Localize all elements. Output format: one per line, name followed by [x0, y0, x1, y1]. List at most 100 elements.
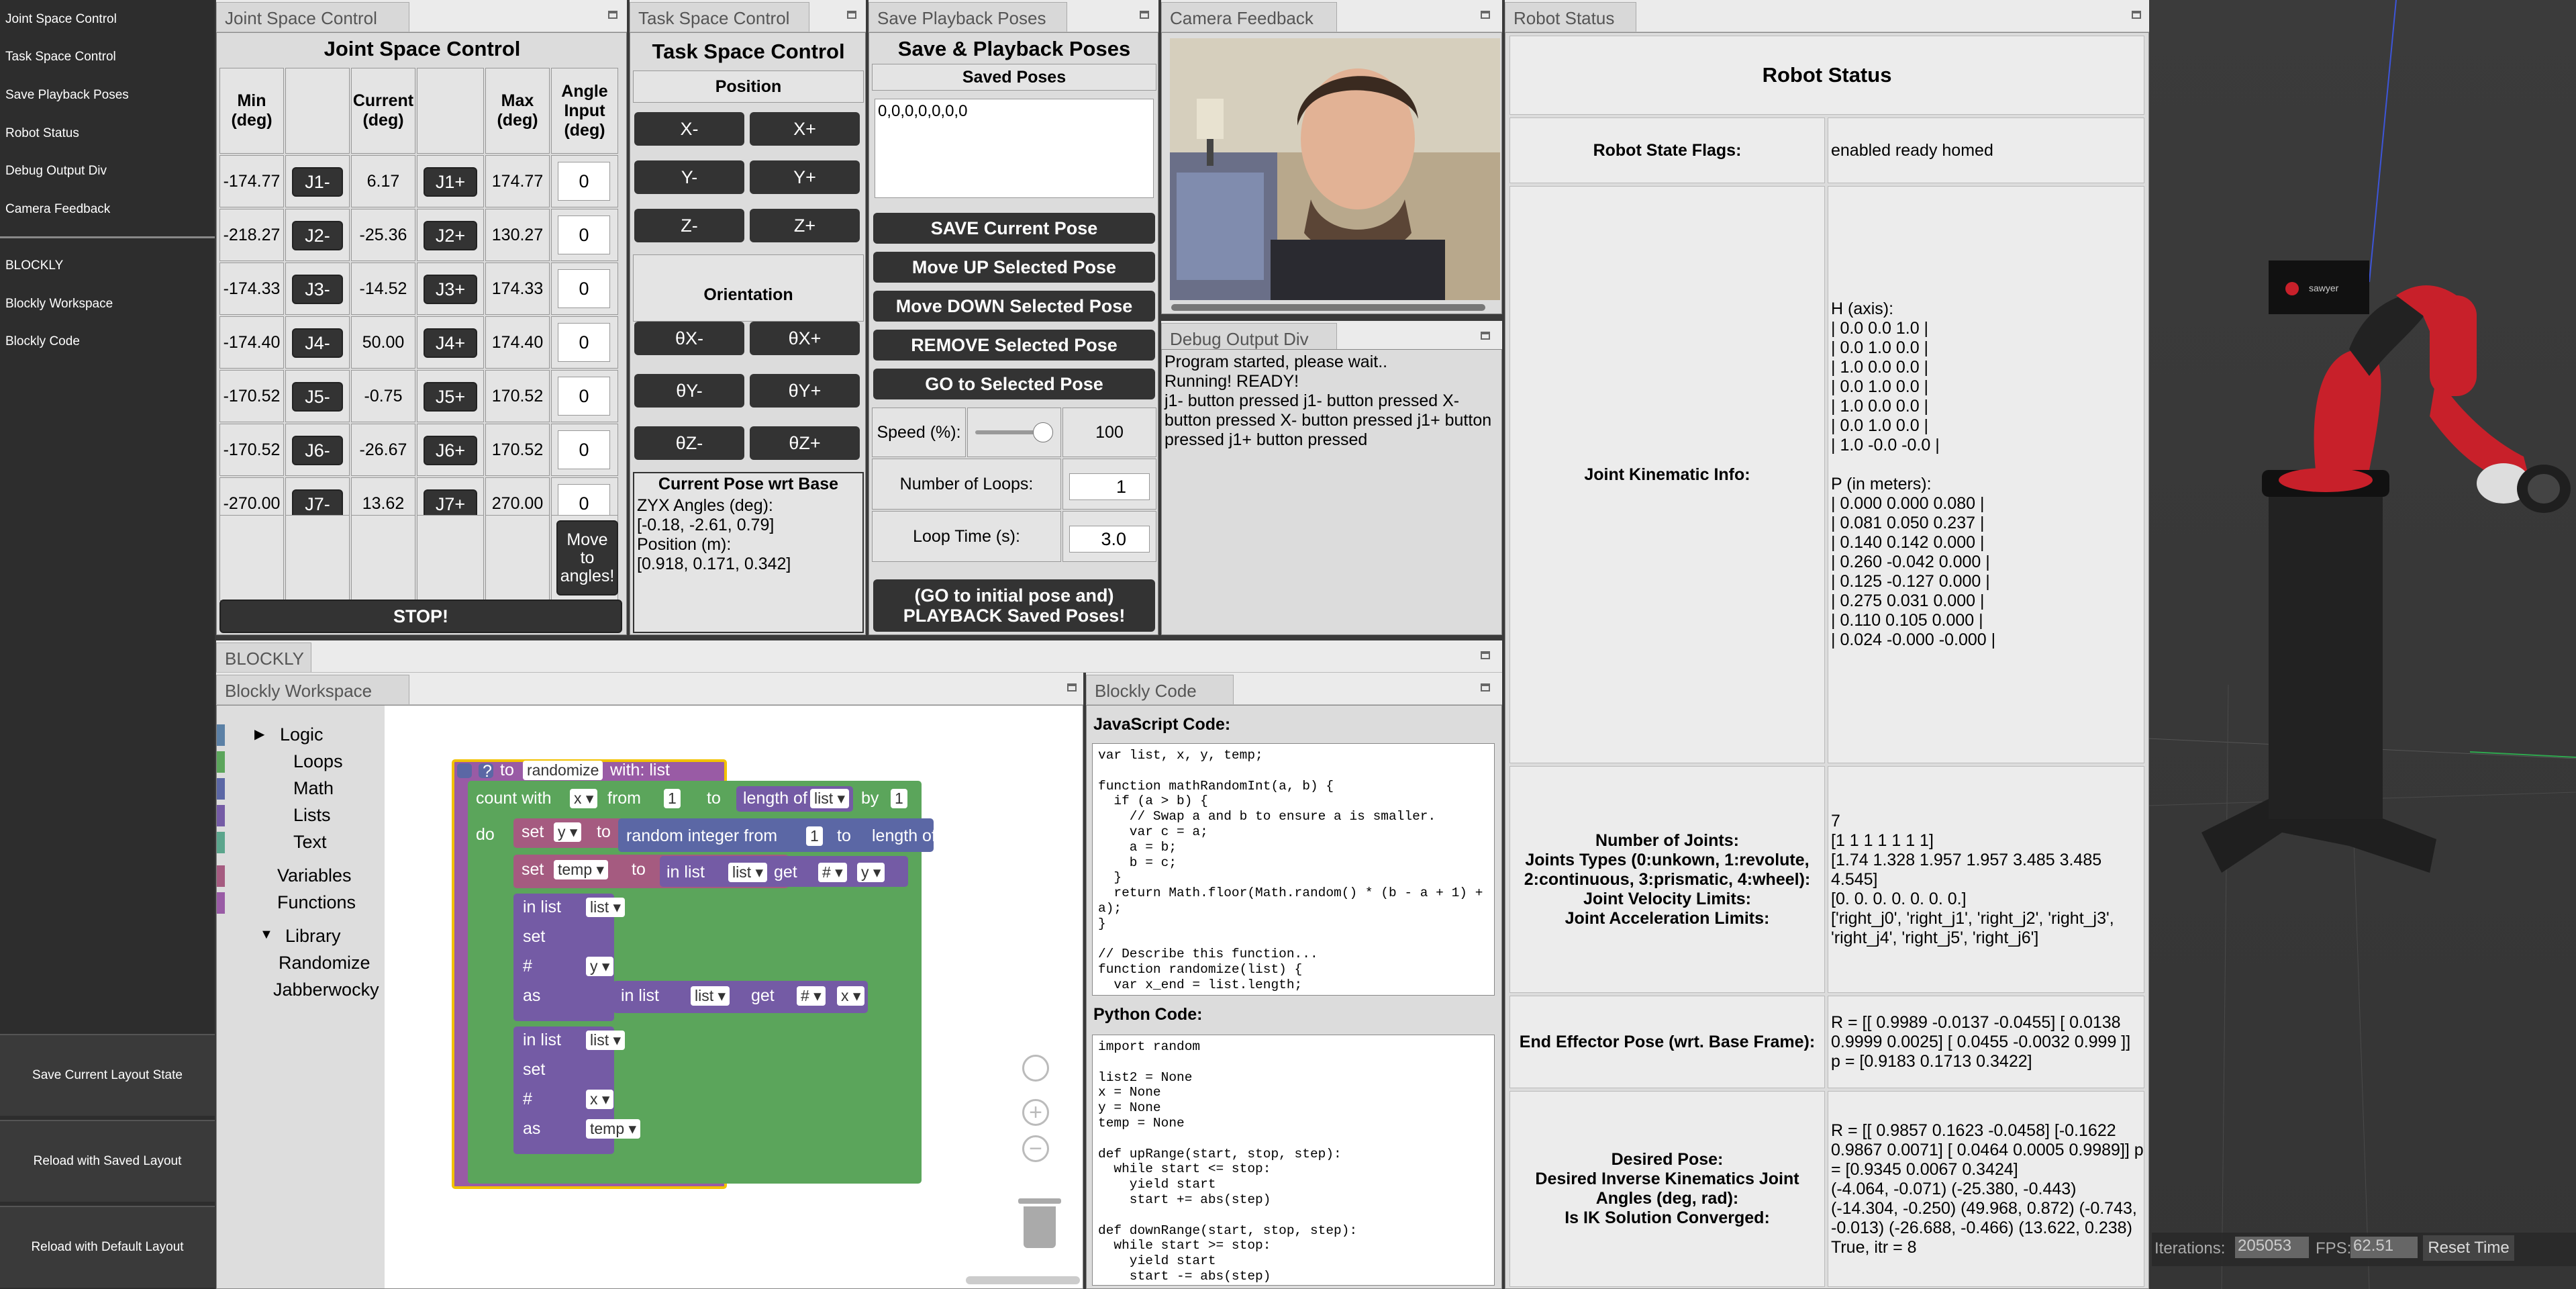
toolbox-item-logic[interactable]: Logic — [280, 724, 324, 745]
x-var-field[interactable]: x ▾ — [586, 1090, 614, 1109]
tab-debug-output[interactable]: Debug Output Div — [1161, 323, 1337, 352]
joint-6-minus-button[interactable]: J6- — [292, 436, 343, 465]
theta-x-plus-button[interactable]: θX+ — [750, 322, 860, 355]
random-from-value[interactable]: 1 — [806, 826, 823, 846]
toolbox-item-variables[interactable]: Variables — [277, 865, 352, 886]
x-minus-button[interactable]: X- — [634, 112, 744, 146]
float-icon[interactable] — [1067, 683, 1077, 691]
joint-5-angle-input[interactable]: 0 — [558, 377, 610, 416]
joint-1-minus-button[interactable]: J1- — [292, 167, 343, 197]
count-var-field[interactable]: x ▾ — [570, 789, 598, 808]
tab-joint-space[interactable]: Joint Space Control — [216, 2, 409, 32]
dropdown-arrow-icon[interactable]: ▾ — [751, 863, 764, 881]
trash-icon[interactable] — [1018, 1198, 1061, 1248]
joint-3-plus-button[interactable]: J3+ — [424, 275, 477, 304]
joint-6-plus-button[interactable]: J6+ — [424, 436, 477, 465]
dropdown-arrow-icon[interactable]: ▾ — [869, 863, 881, 881]
tab-blockly-code[interactable]: Blockly Code — [1086, 675, 1234, 704]
saved-pose-item[interactable]: 0,0,0,0,0,0,0 — [875, 99, 1153, 124]
y-var-field[interactable]: y ▾ — [586, 957, 614, 976]
reload-saved-layout-button[interactable]: Reload with Saved Layout — [0, 1120, 215, 1202]
toolbox-item-lists[interactable]: Lists — [293, 805, 331, 826]
expand-arrow-icon[interactable]: ▶ — [254, 726, 264, 743]
float-icon[interactable] — [1481, 332, 1490, 340]
theta-z-plus-button[interactable]: θZ+ — [750, 426, 860, 460]
nav-item-blockly-workspace[interactable]: Blockly Workspace — [5, 297, 113, 312]
tab-camera-feedback[interactable]: Camera Feedback — [1161, 2, 1337, 32]
toolbox-item-text[interactable]: Text — [293, 832, 327, 853]
remove-pose-button[interactable]: REMOVE Selected Pose — [873, 330, 1155, 361]
list-field[interactable]: list ▾ — [586, 898, 626, 917]
save-pose-button[interactable]: SAVE Current Pose — [873, 213, 1155, 244]
dropdown-arrow-icon[interactable]: ▾ — [624, 1120, 637, 1137]
nav-item-save-playback[interactable]: Save Playback Poses — [5, 88, 129, 103]
move-up-pose-button[interactable]: Move UP Selected Pose — [873, 252, 1155, 283]
joint-3-angle-input[interactable]: 0 — [558, 269, 610, 308]
tab-blockly[interactable]: BLOCKLY — [216, 642, 311, 672]
fn-name-field[interactable]: randomize — [523, 761, 603, 780]
count-by-value[interactable]: 1 — [891, 789, 907, 808]
camera-scrollbar[interactable] — [1171, 304, 1485, 311]
theta-z-minus-button[interactable]: θZ- — [634, 426, 744, 460]
joint-1-plus-button[interactable]: J1+ — [424, 167, 477, 197]
z-plus-button[interactable]: Z+ — [750, 209, 860, 242]
hash-field[interactable]: # ▾ — [797, 986, 826, 1006]
dropdown-arrow-icon[interactable]: ▾ — [582, 790, 594, 807]
stop-button[interactable]: STOP! — [219, 600, 622, 633]
joint-4-plus-button[interactable]: J4+ — [424, 328, 477, 358]
nav-item-joint-space[interactable]: Joint Space Control — [5, 12, 117, 27]
float-icon[interactable] — [1140, 11, 1149, 19]
gear-icon[interactable] — [457, 763, 472, 778]
toolbox-item-loops[interactable]: Loops — [293, 751, 343, 772]
set-y-var-field[interactable]: y ▾ — [554, 822, 582, 842]
sim-view[interactable]: sawyer — [2147, 0, 2576, 1289]
joint-5-plus-button[interactable]: J5+ — [424, 382, 477, 412]
nav-item-debug-output[interactable]: Debug Output Div — [5, 164, 107, 179]
hash-field[interactable]: # ▾ — [818, 863, 847, 882]
zoom-out-icon[interactable]: − — [1022, 1135, 1049, 1162]
joint-4-angle-input[interactable]: 0 — [558, 323, 610, 362]
joint-4-minus-button[interactable]: J4- — [292, 328, 343, 358]
saved-poses-list[interactable]: 0,0,0,0,0,0,0 — [875, 99, 1154, 198]
list-field[interactable]: list ▾ — [586, 1031, 626, 1050]
joint-2-angle-input[interactable]: 0 — [558, 216, 610, 254]
theta-x-minus-button[interactable]: θX- — [634, 322, 744, 355]
dropdown-arrow-icon[interactable]: ▾ — [849, 987, 861, 1004]
reload-default-layout-button[interactable]: Reload with Default Layout — [0, 1206, 215, 1288]
tab-save-playback[interactable]: Save Playback Poses — [869, 2, 1067, 32]
tab-robot-status[interactable]: Robot Status — [1505, 2, 1636, 32]
js-code-area[interactable]: var list, x, y, temp; function mathRando… — [1092, 743, 1495, 996]
count-from-value[interactable]: 1 — [664, 789, 681, 808]
length-of-list-field[interactable]: list ▾ — [810, 789, 850, 808]
nav-item-camera-feedback[interactable]: Camera Feedback — [5, 202, 110, 217]
dropdown-arrow-icon[interactable]: ▾ — [598, 1090, 610, 1108]
zoom-in-icon[interactable]: + — [1022, 1099, 1049, 1126]
workspace-scrollbar[interactable] — [966, 1276, 1080, 1284]
joint-2-minus-button[interactable]: J2- — [292, 221, 343, 250]
joint-6-angle-input[interactable]: 0 — [558, 430, 610, 469]
joint-3-minus-button[interactable]: J3- — [292, 275, 343, 304]
tab-blockly-workspace[interactable]: Blockly Workspace — [216, 675, 409, 704]
toolbox-item-jabberwocky[interactable]: Jabberwocky — [273, 980, 379, 1000]
joint-1-angle-input[interactable]: 0 — [558, 162, 610, 201]
nav-item-blockly-code[interactable]: Blockly Code — [5, 334, 80, 349]
list-field[interactable]: list ▾ — [691, 986, 730, 1006]
y-var-field[interactable]: y ▾ — [857, 863, 885, 882]
toolbox-item-randomize[interactable]: Randomize — [279, 953, 370, 973]
toolbox-item-functions[interactable]: Functions — [277, 892, 356, 913]
dropdown-arrow-icon[interactable]: ▾ — [609, 1031, 622, 1049]
dropdown-arrow-icon[interactable]: ▾ — [592, 861, 605, 878]
toolbox-item-math[interactable]: Math — [293, 778, 334, 799]
joint-5-minus-button[interactable]: J5- — [292, 382, 343, 412]
tab-task-space[interactable]: Task Space Control — [630, 2, 809, 32]
float-icon[interactable] — [1481, 11, 1490, 19]
dropdown-arrow-icon[interactable]: ▾ — [609, 898, 622, 916]
x-var-field[interactable]: x ▾ — [837, 986, 865, 1006]
reset-time-button[interactable]: Reset Time — [2423, 1235, 2514, 1261]
temp-var-field[interactable]: temp ▾ — [586, 1119, 641, 1139]
nav-item-task-space[interactable]: Task Space Control — [5, 50, 116, 64]
joint-2-plus-button[interactable]: J2+ — [424, 221, 477, 250]
float-icon[interactable] — [1481, 683, 1490, 691]
z-minus-button[interactable]: Z- — [634, 209, 744, 242]
float-icon[interactable] — [2132, 11, 2141, 19]
